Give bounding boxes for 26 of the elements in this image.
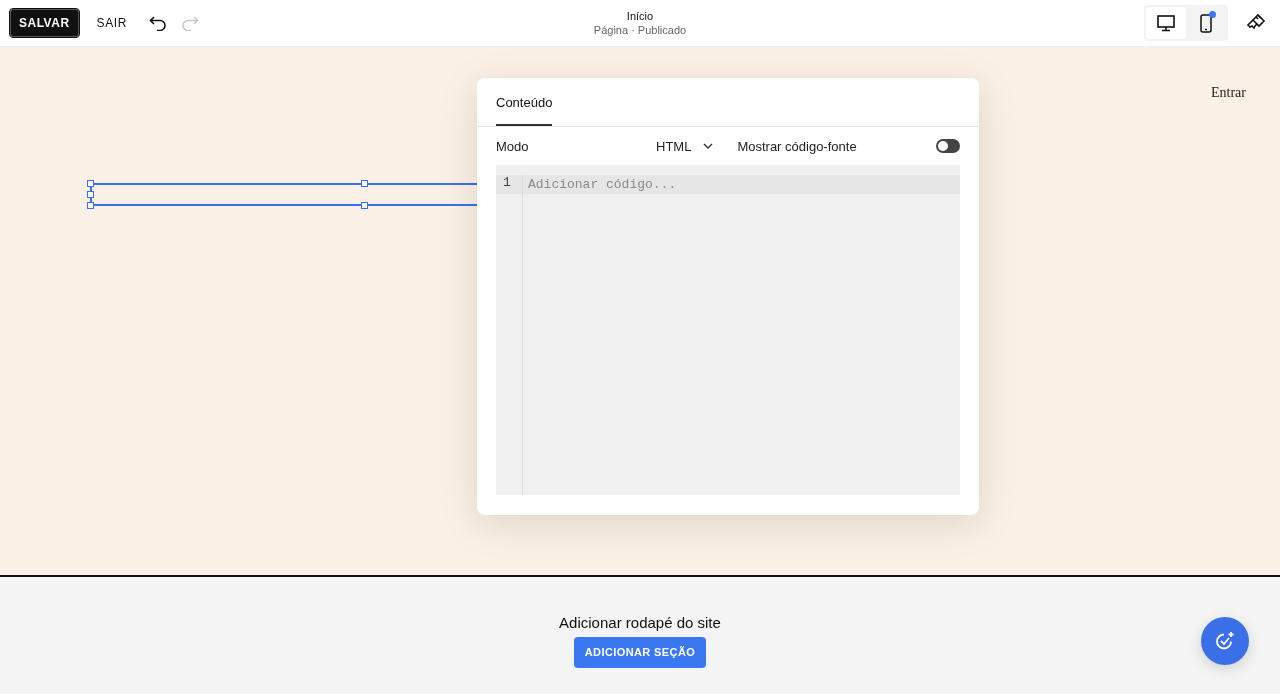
redo-icon (181, 15, 199, 31)
device-button[interactable] (1146, 7, 1186, 39)
chevron-down-icon (703, 143, 714, 149)
mode-select[interactable]: HTML (656, 138, 734, 154)
selection-frame[interactable] (90, 183, 477, 206)
sparkle-check-icon (1214, 630, 1236, 652)
undo-icon (149, 15, 167, 31)
line-number: 1 (496, 175, 522, 194)
page-status: Página · Publicado (593, 24, 687, 36)
add-section-button[interactable]: ADICIONAR SEÇÃO (573, 636, 707, 668)
login-link[interactable]: Entrar (1211, 85, 1246, 101)
source-code-toggle[interactable] (936, 139, 960, 153)
phone-icon (1200, 13, 1212, 33)
code-input[interactable]: Adicionar código... (523, 175, 960, 194)
resize-handle[interactable] (361, 202, 368, 209)
page-title: Início (626, 10, 654, 22)
panel-tab[interactable]: Conteúdo (496, 78, 553, 126)
desktop-icon (1157, 14, 1175, 32)
source-code-label: Mostrar código-fonte (736, 138, 858, 154)
notification-dot (1209, 11, 1216, 18)
resize-handle[interactable] (361, 180, 368, 187)
assistant-button[interactable] (1201, 617, 1249, 665)
exit-button[interactable]: SAIR (84, 10, 139, 36)
mode-label: Modo (496, 138, 530, 154)
save-button[interactable]: SALVAR (10, 9, 79, 37)
footer-prompt: Adicionar rodapé do site (559, 613, 721, 631)
